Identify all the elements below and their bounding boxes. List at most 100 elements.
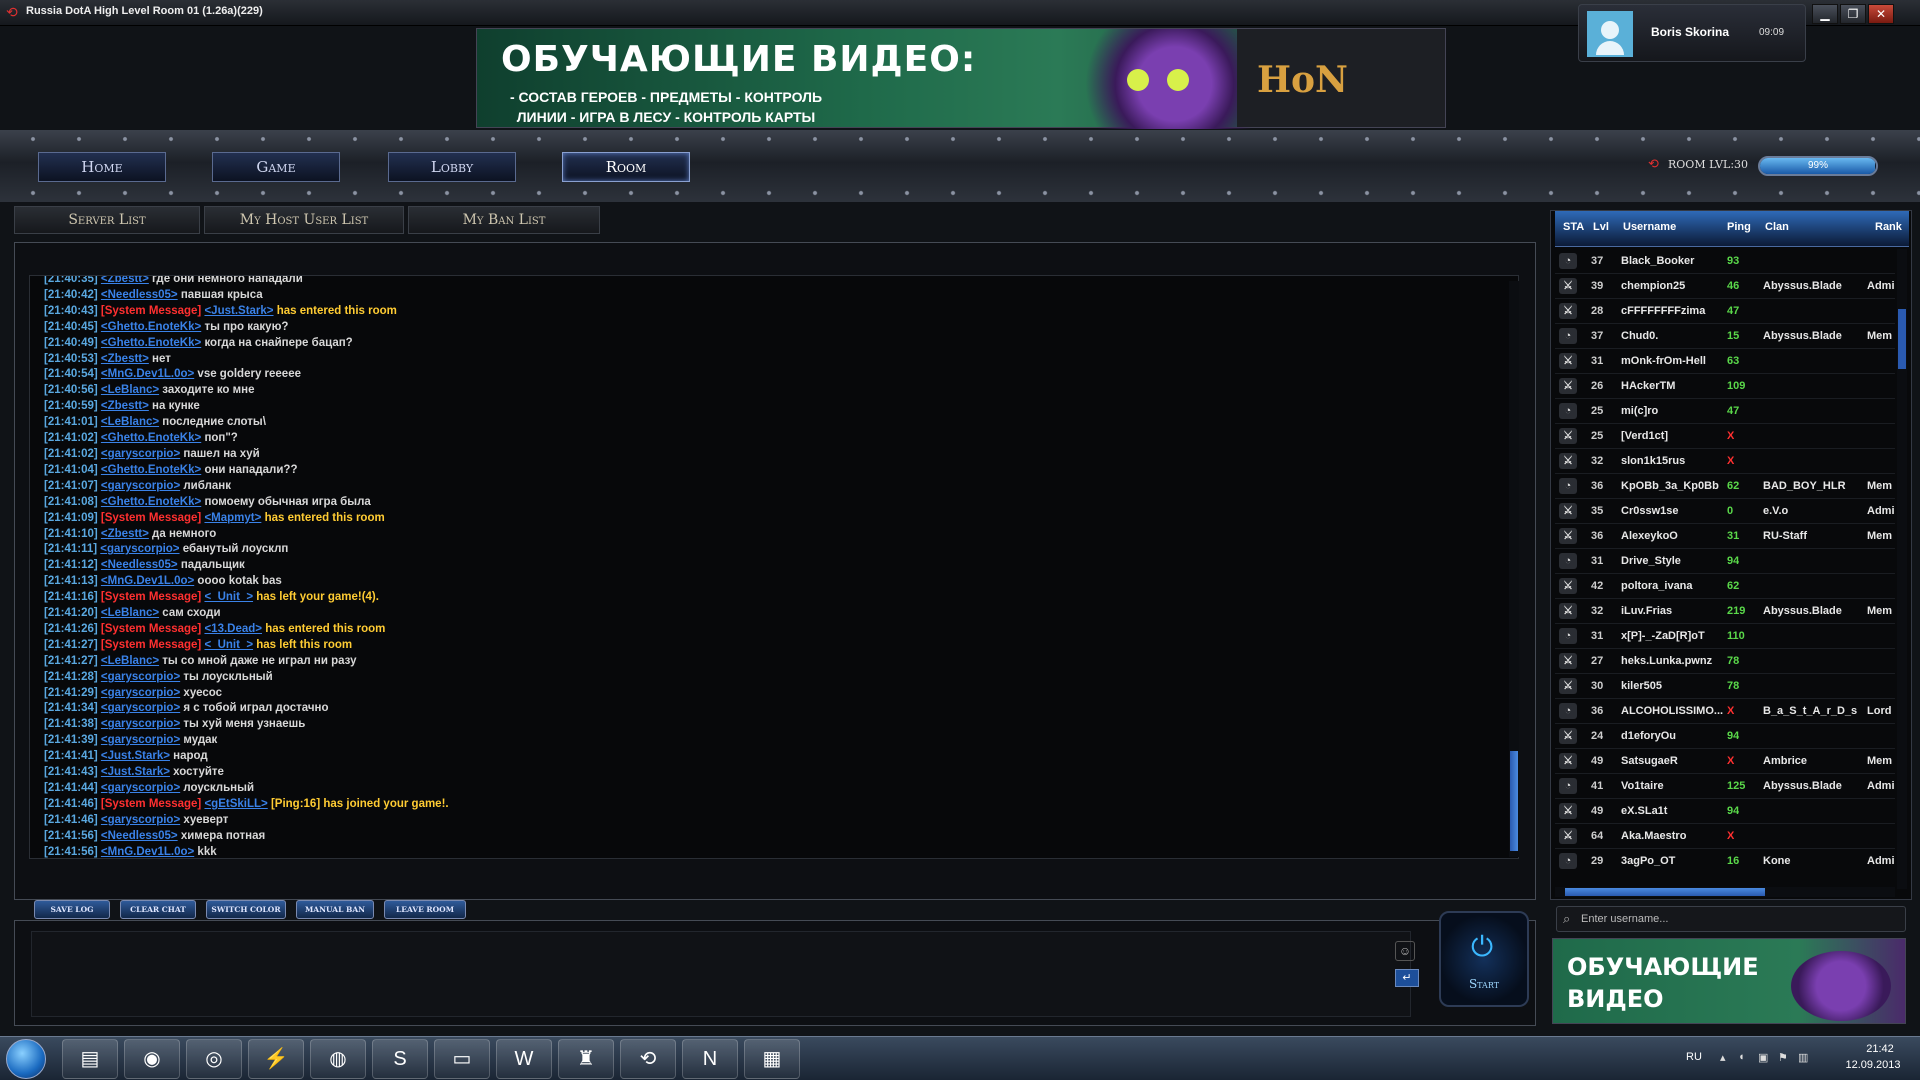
chat-nickname-link[interactable]: <Just.Stark> — [101, 766, 170, 778]
minimize-button[interactable]: ▁ — [1812, 4, 1838, 24]
chat-nickname-link[interactable]: <Mapmyt> — [204, 512, 261, 524]
chat-nickname-link[interactable]: <Ghetto.EnoteKk> — [101, 464, 201, 476]
user-row[interactable]: ⚔ 42 poltora_ivana 62 — [1555, 574, 1895, 599]
chat-nickname-link[interactable]: <garyscorpio> — [101, 687, 180, 699]
user-row[interactable]: ◔ 36 KpOBb_3a_Kp0Bb 62 BAD_BOY_HLR Mem — [1555, 474, 1895, 499]
col-username[interactable]: Username — [1623, 221, 1676, 233]
game-icon[interactable]: ▦ — [744, 1039, 800, 1079]
chat-nickname-link[interactable]: <Just.Stark> — [101, 750, 170, 762]
user-row[interactable]: ⚔ 32 slon1k15rus X — [1555, 449, 1895, 474]
user-list-hscroll-thumb[interactable] — [1565, 888, 1765, 896]
chat-nickname-link[interactable]: <garyscorpio> — [101, 718, 180, 730]
col-clan[interactable]: Clan — [1765, 221, 1789, 233]
chat-nickname-link[interactable]: <13.Dead> — [204, 623, 262, 635]
media-player-icon[interactable]: ◎ — [186, 1039, 242, 1079]
user-row[interactable]: ◔ 31 Drive_Style 94 — [1555, 549, 1895, 574]
col-rank[interactable]: Rank — [1875, 221, 1902, 233]
chat-nickname-link[interactable]: <garyscorpio> — [101, 671, 180, 683]
chat-nickname-link[interactable]: <Ghetto.EnoteKk> — [101, 337, 201, 349]
user-row[interactable]: ⚔ 49 SatsugaeR X Ambrice Mem — [1555, 749, 1895, 774]
chat-nickname-link[interactable]: <Zbestt> — [101, 276, 149, 285]
chat-input[interactable] — [31, 931, 1411, 1017]
user-row[interactable]: ◔ 41 Vo1taire 125 Abyssus.Blade Admi — [1555, 774, 1895, 799]
tab-lobby[interactable]: Lobby — [388, 152, 516, 182]
user-row[interactable]: ⚔ 64 Aka.Maestro X — [1555, 824, 1895, 849]
hon-icon[interactable]: N — [682, 1039, 738, 1079]
chat-nickname-link[interactable]: <Zbestt> — [101, 528, 149, 540]
avatar[interactable] — [1587, 11, 1633, 57]
user-row[interactable]: ◔ 36 ALCOHOLISSIMO... X B_a_S_t_A_r_D_s Lord — [1555, 699, 1895, 724]
volume-icon[interactable]: ◖ — [1738, 1051, 1745, 1063]
col-lvl[interactable]: Lvl — [1593, 221, 1609, 233]
clear-chat-button[interactable]: CLEAR CHAT — [120, 900, 196, 919]
chat-nickname-link[interactable]: <Ghetto.EnoteKk> — [101, 496, 201, 508]
close-button[interactable]: ✕ — [1868, 4, 1894, 24]
explorer-icon[interactable]: ▤ — [62, 1039, 118, 1079]
col-ping[interactable]: Ping — [1727, 221, 1751, 233]
app-icon[interactable]: ♜ — [558, 1039, 614, 1079]
manual-ban-button[interactable]: MANUAL BAN — [296, 900, 374, 919]
chat-nickname-link[interactable]: <LeBlanc> — [101, 416, 159, 428]
side-ad-banner[interactable]: ОБУЧАЮЩИЕ ВИДЕО — [1552, 938, 1906, 1024]
chat-nickname-link[interactable]: <Zbestt> — [101, 353, 149, 365]
tab-home[interactable]: Home — [38, 152, 166, 182]
chat-nickname-link[interactable]: <Needless05> — [101, 559, 178, 571]
chat-nickname-link[interactable]: <Needless05> — [101, 830, 178, 842]
user-row[interactable]: ◔ 37 Chud0. 15 Abyssus.Blade Mem — [1555, 324, 1895, 349]
tab-host-user-list[interactable]: My Host User List — [204, 206, 404, 234]
chat-log[interactable]: [21:40:35] <Zbestt> где они немного напа… — [29, 275, 1519, 859]
user-list-hscrollbar[interactable] — [1555, 887, 1895, 897]
restore-button[interactable]: ❐ — [1840, 4, 1866, 24]
chat-nickname-link[interactable]: <Just.Stark> — [204, 305, 273, 317]
chat-nickname-link[interactable]: <LeBlanc> — [101, 607, 159, 619]
browser-icon[interactable]: ◍ — [310, 1039, 366, 1079]
ad-banner[interactable]: ОБУЧАЮЩИЕ ВИДЕО: - СОСТАВ ГЕРОЕВ - ПРЕДМ… — [476, 28, 1446, 129]
user-row[interactable]: ◔ 37 Black_Booker 93 — [1555, 249, 1895, 274]
word-icon[interactable]: W — [496, 1039, 552, 1079]
user-row[interactable]: ⚔ 49 eX.SLa1t 94 — [1555, 799, 1895, 824]
clock-date[interactable]: 12.09.2013 — [1838, 1059, 1908, 1071]
device-icon[interactable]: ▣ — [1758, 1051, 1768, 1064]
col-sta[interactable]: STA — [1563, 221, 1584, 233]
user-row[interactable]: ◔ 31 x[P]-_-ZaD[R]oT 110 — [1555, 624, 1895, 649]
user-row[interactable]: ⚔ 27 heks.Lunka.pwnz 78 — [1555, 649, 1895, 674]
chat-nickname-link[interactable]: <MnG.Dev1L.0o> — [101, 575, 194, 587]
clock-time[interactable]: 21:42 — [1852, 1043, 1908, 1055]
emoticon-icon[interactable]: ☺ — [1395, 941, 1415, 961]
chat-nickname-link[interactable]: <LeBlanc> — [101, 384, 159, 396]
chat-nickname-link[interactable]: <_Unit_> — [204, 591, 253, 603]
app-icon[interactable]: ⚡ — [248, 1039, 304, 1079]
garena-icon[interactable]: ⟲ — [620, 1039, 676, 1079]
user-row[interactable]: ⚔ 32 iLuv.Frias 219 Abyssus.Blade Mem — [1555, 599, 1895, 624]
user-list-scrollbar[interactable] — [1897, 249, 1907, 889]
skype-icon[interactable]: S — [372, 1039, 428, 1079]
network-icon[interactable]: ▥ — [1798, 1051, 1808, 1064]
chat-scroll-thumb[interactable] — [1510, 751, 1518, 851]
tab-room[interactable]: Room — [562, 152, 690, 182]
user-profile-card[interactable]: Boris Skorina 09:09 — [1578, 4, 1806, 62]
user-row[interactable]: ⚔ 39 chempion25 46 Abyssus.Blade Admi — [1555, 274, 1895, 299]
chat-nickname-link[interactable]: <garyscorpio> — [101, 782, 180, 794]
start-game-button[interactable]: ⏻ Start — [1439, 911, 1529, 1007]
user-row[interactable]: ⚔ 28 cFFFFFFFFzima 47 — [1555, 299, 1895, 324]
user-row[interactable]: ⚔ 25 [Verd1ct] X — [1555, 424, 1895, 449]
user-search-input[interactable] — [1581, 911, 1891, 927]
chat-nickname-link[interactable]: <LeBlanc> — [101, 655, 159, 667]
terminal-icon[interactable]: ▭ — [434, 1039, 490, 1079]
chat-nickname-link[interactable]: <garyscorpio> — [101, 702, 180, 714]
user-row[interactable]: ◔ 25 mi(c]ro 47 — [1555, 399, 1895, 424]
chat-nickname-link[interactable]: <Ghetto.EnoteKk> — [101, 321, 201, 333]
user-row[interactable]: ⚔ 31 mOnk-frOm-Hell 63 — [1555, 349, 1895, 374]
tab-server-list[interactable]: Server List — [14, 206, 200, 234]
chat-nickname-link[interactable]: <garyscorpio> — [101, 814, 180, 826]
chat-nickname-link[interactable]: <garyscorpio> — [101, 734, 180, 746]
leave-room-button[interactable]: LEAVE ROOM — [384, 900, 466, 919]
user-row[interactable]: ◔ 29 3agPo_OT 16 Kone Admi — [1555, 849, 1895, 873]
chat-nickname-link[interactable]: <garyscorpio> — [101, 480, 180, 492]
save-log-button[interactable]: SAVE LOG — [34, 900, 110, 919]
user-row[interactable]: ⚔ 24 d1eforyOu 94 — [1555, 724, 1895, 749]
chat-nickname-link[interactable]: <Ghetto.EnoteKk> — [101, 432, 201, 444]
chat-nickname-link[interactable]: <MnG.Dev1L.0o> — [101, 368, 194, 380]
chat-nickname-link[interactable]: <Needless05> — [101, 289, 178, 301]
user-row[interactable]: ⚔ 36 AlexeykoO 31 RU-Staff Mem — [1555, 524, 1895, 549]
